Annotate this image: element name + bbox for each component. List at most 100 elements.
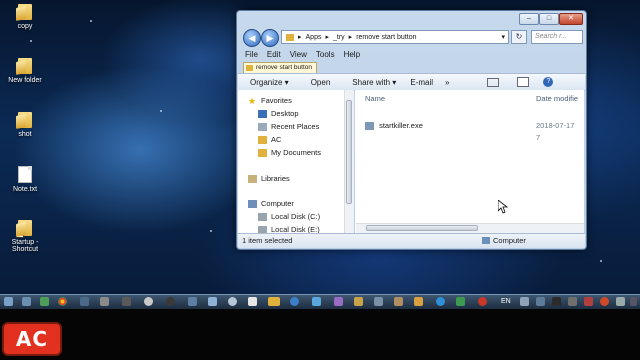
taskbar-app-icon[interactable] bbox=[188, 297, 197, 306]
menu-view[interactable]: View bbox=[290, 49, 307, 61]
taskbar-app-icon[interactable] bbox=[166, 297, 175, 306]
desktop-icon-note[interactable]: Note.txt bbox=[2, 166, 48, 193]
desktop-icon-label: New folder bbox=[8, 77, 42, 84]
scrollbar-thumb[interactable] bbox=[366, 225, 478, 231]
taskbar-app-icon[interactable] bbox=[80, 297, 89, 306]
nav-label: Computer bbox=[261, 199, 294, 208]
maximize-button[interactable]: □ bbox=[539, 13, 559, 25]
language-indicator[interactable]: EN bbox=[501, 296, 511, 308]
menu-tools[interactable]: Tools bbox=[316, 49, 335, 61]
taskbar-app-icon[interactable] bbox=[354, 297, 363, 306]
taskbar-app-icon[interactable] bbox=[414, 297, 423, 306]
minimize-button[interactable]: – bbox=[519, 13, 539, 25]
taskbar-app-icon[interactable] bbox=[456, 297, 465, 306]
nav-local-disk-c[interactable]: Local Disk (C:) bbox=[258, 212, 320, 221]
taskbar-app-icon[interactable] bbox=[100, 297, 109, 306]
breadcrumb-try[interactable]: _try bbox=[333, 34, 345, 41]
navigation-scrollbar[interactable] bbox=[344, 90, 354, 233]
close-button[interactable]: ✕ bbox=[559, 13, 583, 25]
help-icon[interactable]: ? bbox=[543, 77, 554, 87]
nav-ac[interactable]: AC bbox=[258, 135, 281, 144]
status-bar: 1 item selected Computer bbox=[238, 233, 585, 248]
menu-bar: File Edit View Tools Help bbox=[241, 49, 582, 61]
breadcrumb-remove-start-button[interactable]: remove start button bbox=[356, 34, 416, 41]
scrollbar-thumb[interactable] bbox=[346, 100, 352, 204]
search-input[interactable]: Search r... bbox=[531, 30, 583, 44]
column-header-name[interactable]: Name bbox=[365, 94, 385, 103]
menu-edit[interactable]: Edit bbox=[267, 49, 281, 61]
nav-label: Desktop bbox=[271, 109, 299, 118]
refresh-button[interactable]: ↻ bbox=[511, 30, 527, 44]
show-desktop-button[interactable] bbox=[630, 297, 637, 306]
share-with-button[interactable]: Share with ▾ bbox=[352, 78, 396, 87]
tray-icon[interactable] bbox=[568, 297, 577, 306]
email-button[interactable]: E-mail bbox=[410, 78, 433, 87]
folder-icon bbox=[18, 58, 32, 74]
navigation-pane: ★ Favorites Desktop Recent Places AC My … bbox=[238, 90, 345, 234]
video-bottom-band bbox=[0, 309, 640, 360]
view-options-icon[interactable] bbox=[487, 77, 500, 87]
taskbar-app-icon[interactable] bbox=[248, 297, 257, 306]
status-selection-count: 1 item selected bbox=[242, 236, 293, 245]
nav-desktop[interactable]: Desktop bbox=[258, 109, 299, 118]
taskbar-app-icon[interactable] bbox=[478, 297, 487, 306]
folder-icon bbox=[258, 148, 267, 157]
nav-label: Favorites bbox=[261, 96, 292, 105]
desktop-icon-shot[interactable]: shot bbox=[2, 112, 48, 138]
tray-icon[interactable] bbox=[600, 297, 609, 306]
desktop-icon-new-folder[interactable]: New folder bbox=[2, 58, 48, 84]
start-area-icon[interactable] bbox=[4, 297, 13, 306]
nav-favorites[interactable]: ★ Favorites bbox=[248, 96, 292, 105]
tray-icon[interactable] bbox=[552, 297, 561, 306]
taskbar: EN bbox=[0, 294, 640, 309]
crumb-separator: ▸ bbox=[298, 34, 302, 41]
taskbar-app-icon[interactable] bbox=[312, 297, 321, 306]
desktop-icon-startup-shortcut[interactable]: Startup - Shortcut bbox=[2, 220, 48, 253]
back-button[interactable]: ◀ bbox=[243, 29, 261, 47]
breadcrumb-tooltip-label: remove start button bbox=[256, 64, 312, 71]
tray-icon[interactable] bbox=[536, 297, 545, 306]
tray-icon[interactable] bbox=[584, 297, 593, 306]
file-row[interactable]: startkiller.exe 2018-07-17 7 bbox=[365, 120, 580, 142]
nav-libraries[interactable]: Libraries bbox=[248, 174, 290, 183]
column-header-date[interactable]: Date modifie bbox=[536, 94, 578, 103]
taskbar-app-icon[interactable] bbox=[122, 297, 131, 306]
taskbar-app-icon[interactable] bbox=[290, 297, 299, 306]
nav-label: Local Disk (C:) bbox=[271, 212, 321, 221]
organize-button[interactable]: Organize ▾ bbox=[250, 78, 289, 87]
open-button[interactable]: Open bbox=[311, 78, 331, 87]
nav-label: Libraries bbox=[261, 174, 290, 183]
chevron-down-icon[interactable]: ▾ bbox=[501, 33, 505, 41]
explorer-window: – □ ✕ ◀ ▶ ▸ Apps ▸ _try ▸ remove start b… bbox=[236, 10, 587, 250]
title-bar[interactable]: – □ ✕ bbox=[237, 11, 586, 25]
tray-icon[interactable] bbox=[520, 297, 529, 306]
folder-icon bbox=[286, 33, 294, 41]
address-bar[interactable]: ▸ Apps ▸ _try ▸ remove start button ▾ bbox=[281, 30, 509, 44]
taskbar-app-icon[interactable] bbox=[394, 297, 403, 306]
nav-computer[interactable]: Computer bbox=[248, 199, 294, 208]
taskbar-app-icon[interactable] bbox=[40, 297, 49, 306]
taskbar-app-icon[interactable] bbox=[208, 297, 217, 306]
preview-pane-icon[interactable] bbox=[517, 77, 530, 87]
taskbar-app-icon[interactable] bbox=[22, 297, 31, 306]
taskbar-app-icon[interactable] bbox=[144, 297, 153, 306]
taskbar-app-icon[interactable] bbox=[334, 297, 343, 306]
tray-icon[interactable] bbox=[616, 297, 625, 306]
folder-icon[interactable] bbox=[268, 297, 280, 306]
more-commands-button[interactable]: » bbox=[445, 78, 449, 87]
chrome-icon[interactable] bbox=[58, 297, 67, 306]
taskbar-app-icon[interactable] bbox=[436, 297, 445, 306]
forward-button[interactable]: ▶ bbox=[261, 29, 279, 47]
file-list-horizontal-scrollbar[interactable] bbox=[356, 223, 584, 233]
breadcrumb-apps[interactable]: Apps bbox=[306, 34, 322, 41]
menu-file[interactable]: File bbox=[245, 49, 258, 61]
taskbar-app-icon[interactable] bbox=[228, 297, 237, 306]
menu-help[interactable]: Help bbox=[344, 49, 360, 61]
desktop-icon-label: Note.txt bbox=[12, 186, 38, 193]
nav-recent-places[interactable]: Recent Places bbox=[258, 122, 319, 131]
desktop-icon-copy[interactable]: copy bbox=[2, 4, 48, 30]
computer-icon bbox=[248, 199, 257, 208]
taskbar-app-icon[interactable] bbox=[374, 297, 383, 306]
nav-my-documents[interactable]: My Documents bbox=[258, 148, 321, 157]
desktop-icon-label: shot bbox=[18, 131, 32, 138]
